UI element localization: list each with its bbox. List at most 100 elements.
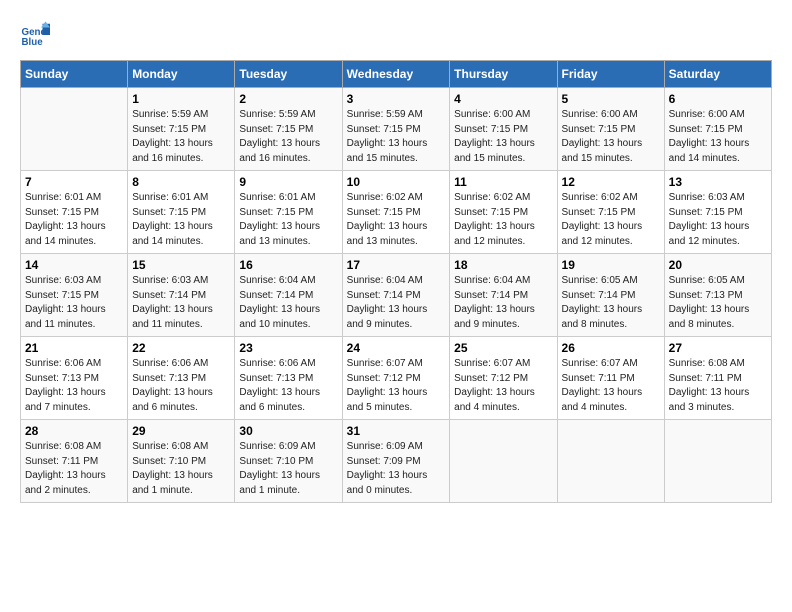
day-info: Sunrise: 6:01 AMSunset: 7:15 PMDaylight:… — [239, 191, 337, 249]
day-number: 26 — [562, 341, 660, 355]
day-number: 9 — [239, 175, 337, 189]
day-cell: 1 Sunrise: 5:59 AMSunset: 7:15 PMDaylight… — [128, 88, 235, 171]
day-number: 18 — [454, 258, 552, 272]
day-info: Sunrise: 6:06 AMSunset: 7:13 PMDaylight:… — [239, 357, 337, 415]
day-number: 30 — [239, 424, 337, 438]
week-row-4: 21 Sunrise: 6:06 AMSunset: 7:13 PMDayligh… — [21, 337, 772, 420]
header-wednesday: Wednesday — [342, 61, 450, 88]
day-cell — [21, 88, 128, 171]
day-info: Sunrise: 6:03 AMSunset: 7:15 PMDaylight:… — [25, 274, 123, 332]
day-cell: 6 Sunrise: 6:00 AMSunset: 7:15 PMDaylight… — [664, 88, 771, 171]
day-number: 2 — [239, 92, 337, 106]
day-number: 21 — [25, 341, 123, 355]
day-info: Sunrise: 6:07 AMSunset: 7:12 PMDaylight:… — [347, 357, 446, 415]
day-cell: 24Sunrise: 6:07 AMSunset: 7:12 PMDayligh… — [342, 337, 450, 420]
day-cell: 7 Sunrise: 6:01 AMSunset: 7:15 PMDaylight… — [21, 171, 128, 254]
svg-text:Blue: Blue — [22, 37, 44, 48]
day-cell: 10 Sunrise: 6:02 AMSunset: 7:15 PMDayligh… — [342, 171, 450, 254]
day-number: 4 — [454, 92, 552, 106]
header-monday: Monday — [128, 61, 235, 88]
day-info: Sunrise: 6:08 AMSunset: 7:10 PMDaylight:… — [132, 440, 230, 498]
day-cell: 29 Sunrise: 6:08 AMSunset: 7:10 PMDayligh… — [128, 420, 235, 503]
week-row-1: 1 Sunrise: 5:59 AMSunset: 7:15 PMDaylight… — [21, 88, 772, 171]
day-cell — [450, 420, 557, 503]
day-number: 17 — [347, 258, 446, 272]
day-cell — [664, 420, 771, 503]
day-number: 7 — [25, 175, 123, 189]
day-number: 23 — [239, 341, 337, 355]
day-info: Sunrise: 6:00 AMSunset: 7:15 PMDaylight:… — [669, 108, 767, 166]
day-info: Sunrise: 6:07 AMSunset: 7:11 PMDaylight:… — [562, 357, 660, 415]
day-number: 27 — [669, 341, 767, 355]
day-number: 5 — [562, 92, 660, 106]
day-number: 6 — [669, 92, 767, 106]
day-info: Sunrise: 6:08 AMSunset: 7:11 PMDaylight:… — [25, 440, 123, 498]
day-cell: 13 Sunrise: 6:03 AMSunset: 7:15 PMDayligh… — [664, 171, 771, 254]
day-info: Sunrise: 6:07 AMSunset: 7:12 PMDaylight:… — [454, 357, 552, 415]
day-number: 16 — [239, 258, 337, 272]
logo: General Blue — [20, 20, 54, 50]
day-info: Sunrise: 6:03 AMSunset: 7:14 PMDaylight:… — [132, 274, 230, 332]
day-info: Sunrise: 6:01 AMSunset: 7:15 PMDaylight:… — [132, 191, 230, 249]
day-number: 3 — [347, 92, 446, 106]
day-info: Sunrise: 6:04 AMSunset: 7:14 PMDaylight:… — [347, 274, 446, 332]
day-cell: 4 Sunrise: 6:00 AMSunset: 7:15 PMDaylight… — [450, 88, 557, 171]
day-info: Sunrise: 6:06 AMSunset: 7:13 PMDaylight:… — [132, 357, 230, 415]
day-info: Sunrise: 5:59 AMSunset: 7:15 PMDaylight:… — [132, 108, 230, 166]
day-number: 25 — [454, 341, 552, 355]
week-row-5: 28Sunrise: 6:08 AMSunset: 7:11 PMDayligh… — [21, 420, 772, 503]
day-info: Sunrise: 6:06 AMSunset: 7:13 PMDaylight:… — [25, 357, 123, 415]
day-cell: 30 Sunrise: 6:09 AMSunset: 7:10 PMDayligh… — [235, 420, 342, 503]
day-number: 1 — [132, 92, 230, 106]
day-info: Sunrise: 6:09 AMSunset: 7:10 PMDaylight:… — [239, 440, 337, 498]
day-cell: 3 Sunrise: 5:59 AMSunset: 7:15 PMDaylight… — [342, 88, 450, 171]
day-number: 15 — [132, 258, 230, 272]
day-number: 10 — [347, 175, 446, 189]
header-tuesday: Tuesday — [235, 61, 342, 88]
day-info: Sunrise: 6:03 AMSunset: 7:15 PMDaylight:… — [669, 191, 767, 249]
day-cell: 20 Sunrise: 6:05 AMSunset: 7:13 PMDayligh… — [664, 254, 771, 337]
day-number: 13 — [669, 175, 767, 189]
day-cell: 11Sunrise: 6:02 AMSunset: 7:15 PMDayligh… — [450, 171, 557, 254]
day-cell — [557, 420, 664, 503]
day-number: 20 — [669, 258, 767, 272]
day-cell: 15 Sunrise: 6:03 AMSunset: 7:14 PMDayligh… — [128, 254, 235, 337]
day-cell: 14Sunrise: 6:03 AMSunset: 7:15 PMDayligh… — [21, 254, 128, 337]
header-sunday: Sunday — [21, 61, 128, 88]
header-thursday: Thursday — [450, 61, 557, 88]
day-info: Sunrise: 6:02 AMSunset: 7:15 PMDaylight:… — [562, 191, 660, 249]
day-number: 31 — [347, 424, 446, 438]
day-number: 8 — [132, 175, 230, 189]
day-cell: 25 Sunrise: 6:07 AMSunset: 7:12 PMDayligh… — [450, 337, 557, 420]
day-info: Sunrise: 6:05 AMSunset: 7:13 PMDaylight:… — [669, 274, 767, 332]
day-info: Sunrise: 6:02 AMSunset: 7:15 PMDaylight:… — [347, 191, 446, 249]
calendar-table: SundayMondayTuesdayWednesdayThursdayFrid… — [20, 60, 772, 503]
day-cell: 21 Sunrise: 6:06 AMSunset: 7:13 PMDayligh… — [21, 337, 128, 420]
day-info: Sunrise: 5:59 AMSunset: 7:15 PMDaylight:… — [347, 108, 446, 166]
day-info: Sunrise: 6:01 AMSunset: 7:15 PMDaylight:… — [25, 191, 123, 249]
day-cell: 27Sunrise: 6:08 AMSunset: 7:11 PMDayligh… — [664, 337, 771, 420]
day-cell: 22 Sunrise: 6:06 AMSunset: 7:13 PMDayligh… — [128, 337, 235, 420]
day-cell: 18 Sunrise: 6:04 AMSunset: 7:14 PMDayligh… — [450, 254, 557, 337]
day-cell: 16Sunrise: 6:04 AMSunset: 7:14 PMDayligh… — [235, 254, 342, 337]
day-cell: 28Sunrise: 6:08 AMSunset: 7:11 PMDayligh… — [21, 420, 128, 503]
day-info: Sunrise: 6:04 AMSunset: 7:14 PMDaylight:… — [454, 274, 552, 332]
day-info: Sunrise: 5:59 AMSunset: 7:15 PMDaylight:… — [239, 108, 337, 166]
day-info: Sunrise: 6:05 AMSunset: 7:14 PMDaylight:… — [562, 274, 660, 332]
day-cell: 26 Sunrise: 6:07 AMSunset: 7:11 PMDayligh… — [557, 337, 664, 420]
day-number: 22 — [132, 341, 230, 355]
day-info: Sunrise: 6:00 AMSunset: 7:15 PMDaylight:… — [562, 108, 660, 166]
day-cell: 9 Sunrise: 6:01 AMSunset: 7:15 PMDaylight… — [235, 171, 342, 254]
calendar-header-row: SundayMondayTuesdayWednesdayThursdayFrid… — [21, 61, 772, 88]
header-saturday: Saturday — [664, 61, 771, 88]
day-number: 19 — [562, 258, 660, 272]
header-friday: Friday — [557, 61, 664, 88]
day-number: 11 — [454, 175, 552, 189]
week-row-2: 7 Sunrise: 6:01 AMSunset: 7:15 PMDaylight… — [21, 171, 772, 254]
day-info: Sunrise: 6:00 AMSunset: 7:15 PMDaylight:… — [454, 108, 552, 166]
day-cell: 17 Sunrise: 6:04 AMSunset: 7:14 PMDayligh… — [342, 254, 450, 337]
day-number: 29 — [132, 424, 230, 438]
day-number: 12 — [562, 175, 660, 189]
page-header: General Blue — [20, 20, 772, 50]
logo-icon: General Blue — [20, 20, 50, 50]
